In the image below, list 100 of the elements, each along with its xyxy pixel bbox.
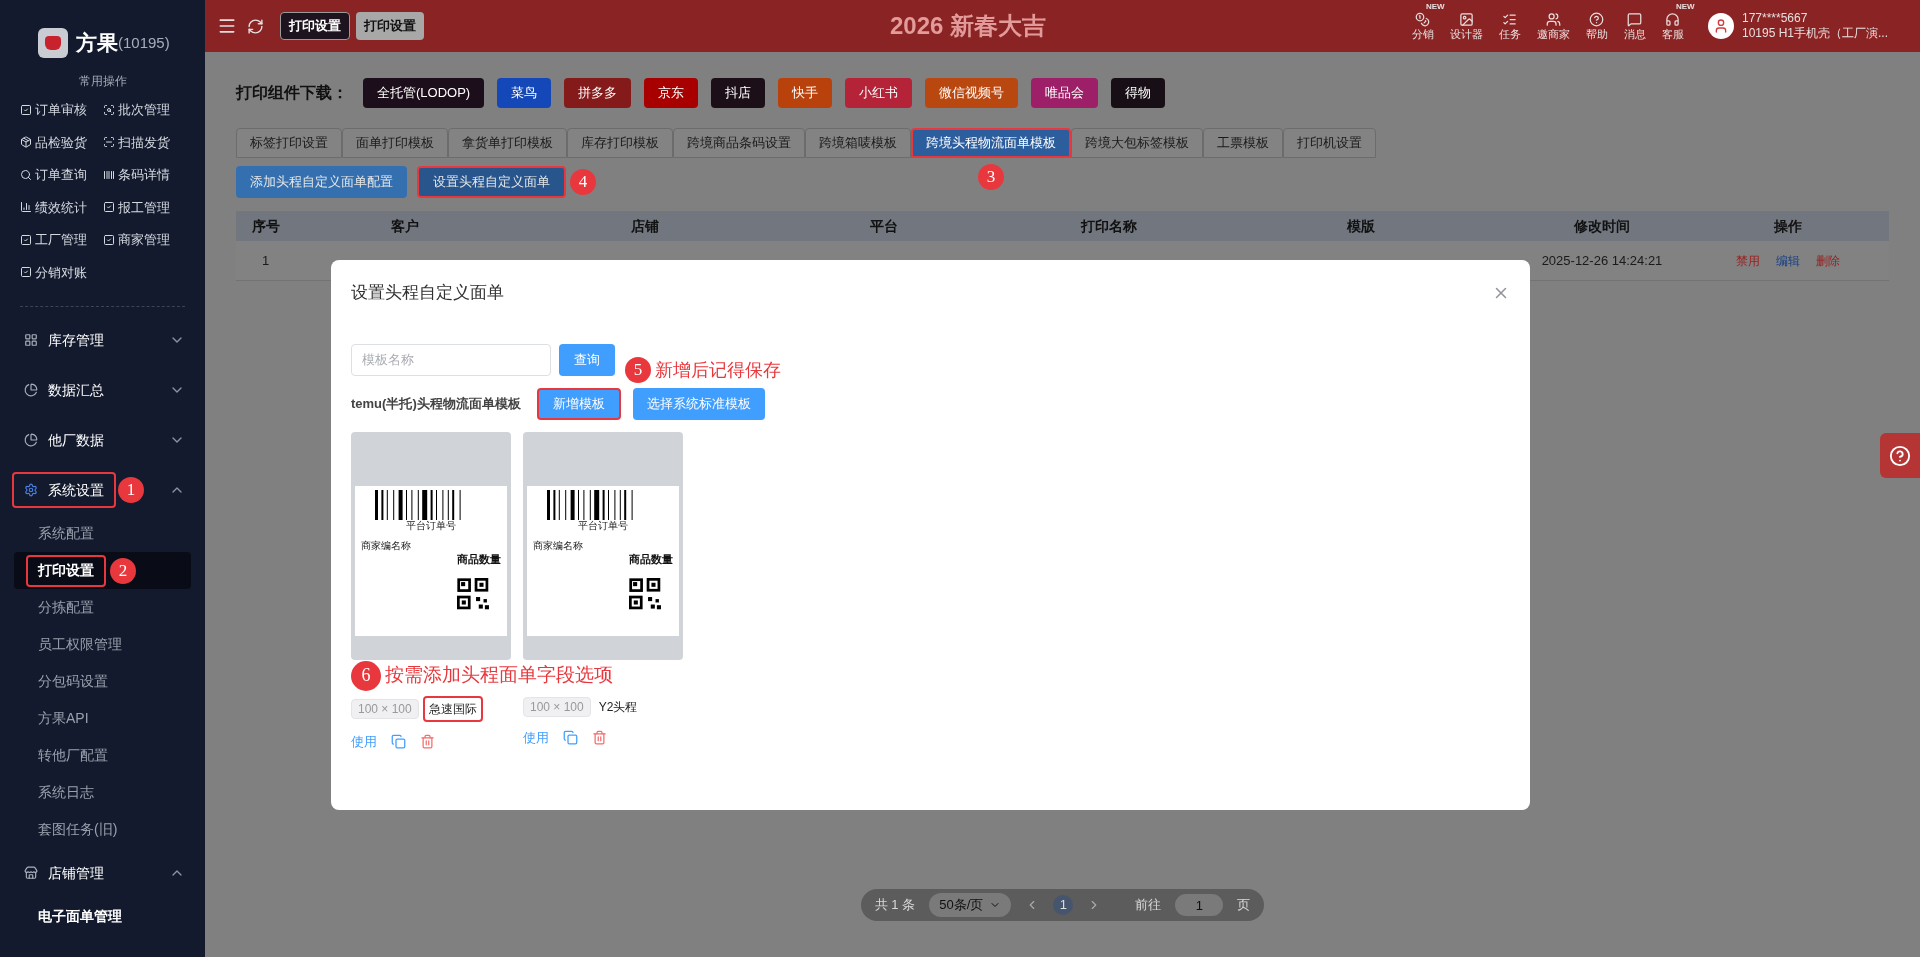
menu-item[interactable]: 分包码设置: [26, 665, 120, 698]
menu-group[interactable]: 店铺管理: [12, 855, 116, 891]
goto-label: 前往: [1135, 896, 1162, 915]
action-button[interactable]: 添加头程自定义面单配置: [236, 166, 407, 198]
quick-action[interactable]: 商家管理: [102, 230, 185, 250]
quick-action[interactable]: 绩效统计: [20, 197, 103, 217]
settings-tab[interactable]: 工票模板: [1203, 128, 1283, 158]
toolbar-button[interactable]: 客服: [1661, 11, 1684, 41]
page-size-select[interactable]: 50条/页: [929, 893, 1012, 917]
menu-item[interactable]: 分拣配置: [26, 591, 106, 624]
plugin-download-button[interactable]: 得物: [1111, 78, 1166, 108]
quick-action[interactable]: 批次管理: [102, 100, 185, 120]
plugin-download-button[interactable]: 抖店: [711, 78, 766, 108]
column-header: 打印名称: [1079, 216, 1138, 236]
action-button[interactable]: 设置头程自定义面单: [417, 166, 566, 198]
quick-action-icon: [102, 136, 115, 149]
step-marker: 4: [570, 169, 596, 195]
menu-group[interactable]: 系统设置: [12, 472, 116, 508]
delete-icon[interactable]: [420, 733, 435, 749]
new-label: NEW: [1425, 2, 1445, 11]
menu-item[interactable]: 打印设置: [26, 554, 106, 587]
menu-icon: [24, 333, 38, 347]
page-tab[interactable]: 打印设置: [356, 12, 424, 40]
avatar-icon[interactable]: [1707, 13, 1734, 39]
plugin-download-button[interactable]: 全托管(LODOP): [363, 78, 485, 108]
settings-tab[interactable]: 标签打印设置: [236, 128, 342, 158]
column-header: 平台: [869, 216, 899, 236]
menu-group[interactable]: 他厂数据: [12, 422, 116, 458]
quick-action[interactable]: 订单查询: [20, 165, 103, 185]
menu-group[interactable]: 数据汇总: [12, 372, 116, 408]
menu-item[interactable]: 员工权限管理: [26, 628, 134, 661]
quick-action-icon: [20, 103, 32, 116]
menu-item[interactable]: 套图任务(旧): [26, 813, 130, 846]
toolbar-button[interactable]: 分销: [1411, 11, 1434, 41]
tool-icon: [1665, 11, 1681, 27]
menu-icon[interactable]: [217, 16, 237, 36]
quantity-label: 商品数量: [629, 551, 673, 566]
page-tab[interactable]: 打印设置: [280, 12, 350, 40]
quick-action-icon: [102, 233, 115, 246]
quick-action[interactable]: 条码详情: [102, 165, 185, 185]
goto-page-field[interactable]: 1: [1175, 894, 1224, 916]
toolbar-button[interactable]: 任务: [1498, 11, 1521, 41]
template-card[interactable]: 平台订单号 商家编名称 商品数量: [523, 431, 683, 660]
plugin-download-button[interactable]: 快手: [778, 78, 833, 108]
quick-action-icon: [102, 168, 115, 181]
menu-group[interactable]: 库存管理: [12, 322, 116, 358]
settings-tab[interactable]: 面单打印模板: [342, 128, 448, 158]
copy-icon[interactable]: [391, 733, 406, 749]
column-header: 修改时间: [1573, 216, 1631, 236]
settings-tab[interactable]: 打印机设置: [1283, 128, 1376, 158]
toolbar-button[interactable]: 邀商家: [1536, 11, 1570, 41]
plugin-download-button[interactable]: 拼多多: [564, 78, 632, 108]
plugin-download-button[interactable]: 微信视频号: [925, 78, 1019, 108]
annotation-note: 按需添加头程面单字段选项: [385, 663, 613, 688]
menu-item[interactable]: 转他厂配置: [26, 739, 120, 772]
template-name: 急速国际: [422, 695, 483, 722]
settings-tab[interactable]: 库存打印模板: [567, 128, 673, 158]
plugin-download-button[interactable]: 京东: [644, 78, 699, 108]
template-name-field[interactable]: 模板名称: [351, 343, 551, 376]
settings-tab[interactable]: 跨境大包标签模板: [1071, 128, 1203, 158]
merchant-name-label: 商家编名称: [533, 539, 584, 552]
plugin-download-button[interactable]: 唯品会: [1031, 78, 1099, 108]
refresh-icon[interactable]: [247, 17, 264, 35]
merchant-name-label: 商家编名称: [361, 539, 412, 552]
banner-text: 2026 新春大吉: [889, 11, 1046, 41]
total-count: 共 1 条: [874, 896, 916, 915]
step-marker: 6: [351, 660, 381, 691]
help-tab[interactable]: [1880, 433, 1920, 478]
delete-icon[interactable]: [592, 729, 607, 745]
toolbar-button[interactable]: 消息: [1623, 11, 1646, 41]
table-cell-text: 2025-12-26 14:24:21: [1540, 251, 1664, 270]
settings-tab[interactable]: 拿货单打印模板: [448, 128, 567, 158]
menu-item[interactable]: 电子面单管理: [26, 900, 134, 933]
template-card[interactable]: 平台订单号 商家编名称 商品数量: [351, 431, 511, 660]
menu-item[interactable]: 方果API: [26, 702, 101, 735]
quick-action-icon: [20, 233, 32, 246]
section-title: 常用操作: [77, 73, 128, 90]
copy-icon[interactable]: [563, 729, 578, 745]
settings-tab[interactable]: 跨境头程物流面单模板: [911, 128, 1071, 158]
menu-item[interactable]: 系统日志: [26, 776, 106, 809]
plugin-download-button[interactable]: 小红书: [845, 78, 913, 108]
quantity-label: 商品数量: [457, 551, 501, 566]
quick-action[interactable]: 品检验货: [20, 132, 103, 152]
column-header: 序号: [250, 216, 281, 236]
menu-item[interactable]: 系统配置: [26, 517, 106, 550]
settings-tab[interactable]: 跨境箱唛模板: [805, 128, 911, 158]
quick-action[interactable]: 工厂管理: [20, 230, 103, 250]
quick-action[interactable]: 订单审核: [20, 100, 103, 120]
quick-action[interactable]: 分销对账: [20, 262, 103, 282]
settings-tab[interactable]: 跨境商品条码设置: [673, 128, 805, 158]
quick-action[interactable]: 扫描发货: [102, 132, 185, 152]
toolbar-button[interactable]: 设计器: [1449, 11, 1483, 41]
plugin-download-button[interactable]: 菜鸟: [497, 78, 552, 108]
goto-suffix: 页: [1237, 896, 1251, 915]
toolbar-button[interactable]: 帮助: [1585, 11, 1608, 41]
quick-action[interactable]: 报工管理: [102, 197, 185, 217]
menu-icon: [24, 383, 38, 397]
section-label: temu(半托)头程物流面单模板: [351, 394, 521, 413]
page-number[interactable]: 1: [1053, 895, 1074, 915]
column-header: 客户: [389, 216, 420, 236]
